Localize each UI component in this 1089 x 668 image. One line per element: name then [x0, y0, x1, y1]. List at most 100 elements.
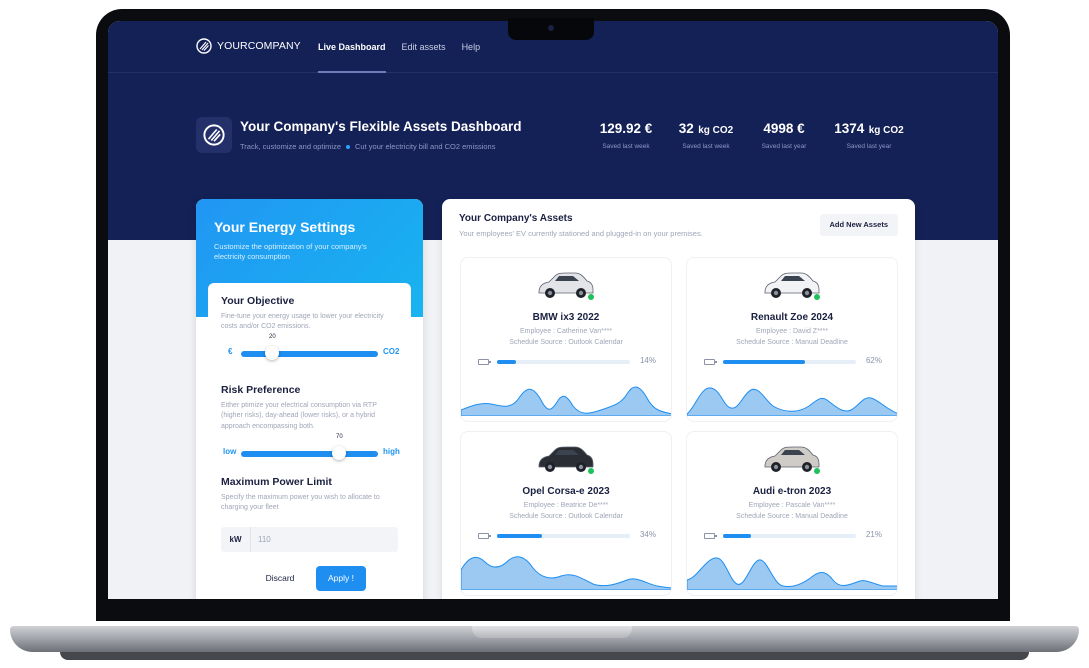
- car-icon: [764, 272, 820, 298]
- online-indicator: [814, 468, 820, 474]
- charge-fill: [497, 534, 543, 538]
- stat-label: Saved last week: [602, 143, 650, 150]
- charge-progress: [723, 534, 856, 538]
- stat-unit: kg CO2: [868, 125, 904, 136]
- charging-profile-chart: [461, 556, 671, 590]
- online-indicator: [814, 294, 820, 300]
- settings-subtitle: Customize the optimization of your compa…: [214, 242, 367, 261]
- assets-title: Your Company's Assets: [459, 213, 573, 224]
- laptop-frame: YOURCOMPANY Live Dashboard Edit assets H…: [0, 0, 1089, 668]
- charge-percent: 62%: [865, 356, 882, 365]
- battery-icon: [704, 359, 717, 365]
- stat-week-co2: 32 kg CO2 Saved last week: [668, 120, 744, 150]
- car-employee: Employee : David Z****: [756, 328, 828, 335]
- asset-card[interactable]: Audi e-tron 2023 Employee : Pascale Van*…: [686, 431, 898, 596]
- base-opening: [472, 626, 632, 638]
- charge-progress: [497, 360, 630, 364]
- power-field[interactable]: kW: [221, 526, 398, 552]
- battery-icon: [478, 533, 491, 539]
- base-foot: [60, 652, 1029, 660]
- co2-label: CO2: [383, 347, 400, 357]
- power-title: Maximum Power Limit: [221, 475, 332, 488]
- charge-progress: [723, 360, 856, 364]
- objective-value: 20: [269, 334, 276, 341]
- risk-value: 70: [336, 433, 343, 440]
- bullet-icon: [346, 144, 351, 149]
- objective-track[interactable]: [241, 351, 378, 358]
- power-input[interactable]: [251, 534, 351, 544]
- stat-label: Saved last week: [682, 143, 730, 150]
- car-name: Audi e-tron 2023: [752, 486, 832, 497]
- page-title: Your Company's Flexible Assets Dashboard: [240, 119, 522, 134]
- objective-title: Your Objective: [221, 295, 295, 307]
- car-schedule-source: Schedule Source : Outlook Calendar: [509, 339, 623, 346]
- stat-label: Saved last year: [846, 143, 892, 150]
- asset-card[interactable]: Renault Zoe 2024 Employee : David Z**** …: [686, 257, 898, 422]
- risk-low-label: low: [223, 446, 237, 456]
- apply-button[interactable]: Apply !: [316, 566, 366, 591]
- risk-track[interactable]: [241, 450, 378, 457]
- risk-title: Risk Preference: [221, 384, 301, 397]
- battery-icon: [704, 533, 717, 539]
- stat-year-eur: 4998 € Saved last year: [748, 120, 820, 150]
- discard-button[interactable]: Discard: [254, 566, 306, 591]
- nav-help[interactable]: Help: [462, 42, 481, 52]
- car-employee: Employee : Beatrice De****: [523, 502, 609, 509]
- charge-fill: [497, 360, 516, 364]
- objective-knob[interactable]: [265, 346, 279, 361]
- power-desc: Specify the maximum power you wish to al…: [221, 493, 380, 511]
- car-employee: Employee : Pascale Van****: [748, 502, 836, 509]
- subtitle-part-2: Cut your electricity bill and CO2 emissi…: [355, 142, 496, 151]
- charge-percent: 21%: [865, 530, 882, 539]
- car-icon: [764, 446, 820, 472]
- logo-icon: [196, 38, 212, 54]
- power-unit: kW: [221, 526, 251, 552]
- subtitle-part-1: Track, customize and optimize: [240, 142, 342, 151]
- stat-year-co2: 1374 kg CO2 Saved last year: [824, 120, 914, 150]
- charge-percent: 34%: [639, 530, 656, 539]
- stat-value: 129.92 €: [599, 121, 653, 136]
- assets-subtitle: Your employees' EV currently stationed a…: [459, 229, 703, 238]
- risk-slider[interactable]: low 70 high: [221, 434, 400, 460]
- online-indicator: [588, 294, 594, 300]
- car-name: Opel Corsa-e 2023: [522, 486, 610, 497]
- nav-edit-assets[interactable]: Edit assets: [402, 42, 446, 52]
- settings-actions: Discard Apply !: [254, 566, 366, 591]
- car-schedule-source: Schedule Source : Manual Deadline: [736, 513, 848, 520]
- car-icon: [538, 446, 594, 472]
- charge-fill: [723, 360, 806, 364]
- stat-value: 1374: [834, 121, 865, 136]
- car-employee: Employee : Catherine Van****: [519, 328, 613, 335]
- add-assets-button[interactable]: Add New Assets: [819, 214, 898, 236]
- online-indicator: [588, 468, 594, 474]
- app-screen: YOURCOMPANY Live Dashboard Edit assets H…: [108, 21, 998, 599]
- nav-links: Live Dashboard Edit assets Help: [318, 42, 481, 73]
- charging-profile-chart: [461, 386, 671, 416]
- stat-week-eur: 129.92 € Saved last week: [586, 120, 666, 150]
- brand-name: YOURCOMPANY: [217, 40, 301, 52]
- asset-card[interactable]: BMW ix3 2022 Employee : Catherine Van***…: [460, 257, 672, 422]
- stat-label: Saved last year: [761, 143, 807, 150]
- car-schedule-source: Schedule Source : Outlook Calendar: [509, 513, 623, 520]
- settings-body: Your Objective Fine-tune your energy usa…: [208, 283, 411, 599]
- settings-title: Your Energy Settings: [214, 219, 356, 235]
- stat-value: 4998 €: [763, 121, 805, 136]
- charge-progress: [497, 534, 630, 538]
- euro-label: €: [228, 347, 233, 357]
- asset-card[interactable]: Opel Corsa-e 2023 Employee : Beatrice De…: [460, 431, 672, 596]
- laptop-base: [0, 618, 1089, 668]
- nav-live-dashboard[interactable]: Live Dashboard: [318, 42, 386, 73]
- car-name: BMW ix3 2022: [532, 312, 600, 323]
- risk-knob[interactable]: [332, 445, 346, 460]
- camera-notch: [508, 18, 594, 40]
- battery-icon: [478, 359, 491, 365]
- brand-logo[interactable]: YOURCOMPANY: [196, 38, 301, 54]
- objective-slider[interactable]: € 20 CO2: [221, 334, 400, 361]
- assets-panel: Your Company's Assets Your employees' EV…: [442, 199, 915, 599]
- car-name: Renault Zoe 2024: [750, 312, 834, 323]
- page-subtitle: Track, customize and optimize Cut your el…: [240, 142, 495, 151]
- charging-profile-chart: [687, 387, 897, 416]
- dashboard-logo-icon: [196, 117, 232, 153]
- stat-unit: kg CO2: [698, 125, 734, 136]
- charging-profile-chart: [687, 557, 897, 590]
